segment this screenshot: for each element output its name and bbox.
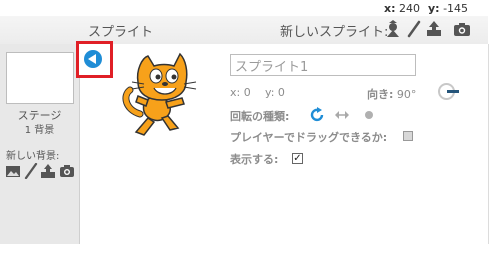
dont-rotate-icon[interactable] [364,110,374,120]
backdrop-count: 1 背景 [24,125,55,136]
direction-dial-hand [447,90,459,93]
rotation-style-label: 回転の種類: [230,110,290,123]
draggable-label: プレイヤーでドラッグできるか: [230,131,388,144]
back-button[interactable] [84,50,102,68]
sprite-name-input[interactable] [230,54,416,76]
upload-icon[interactable] [40,163,56,179]
show-checkbox[interactable]: ✓ [292,153,303,164]
stage-x-coordinate: x: 240 [384,2,420,15]
rotate-all-around-icon[interactable] [309,107,325,123]
upload-icon[interactable] [425,20,443,38]
sprite-cat-image [122,52,197,136]
new-backdrop-label: 新しい背景: [6,151,60,162]
stage-y-coordinate: y: -145 [428,2,469,15]
draggable-checkbox[interactable] [403,131,413,141]
paint-brush-icon[interactable] [405,20,423,38]
paint-brush-icon[interactable] [23,163,39,179]
camera-icon[interactable] [59,163,75,179]
sprite-x-position: x: 0 [230,86,251,99]
sprite-direction: 向き: 90° [367,88,417,101]
sprites-title: スプライト [88,25,154,40]
sprite-library-icon[interactable] [384,20,402,38]
show-label: 表示する: [230,153,279,166]
sprite-y-position: y: 0 [265,86,285,99]
image-library-icon[interactable] [5,163,21,179]
camera-icon[interactable] [453,20,471,38]
left-right-icon[interactable] [334,109,350,121]
stage-thumbnail[interactable] [6,52,74,104]
new-sprite-label: 新しいスプライト: [280,25,389,40]
